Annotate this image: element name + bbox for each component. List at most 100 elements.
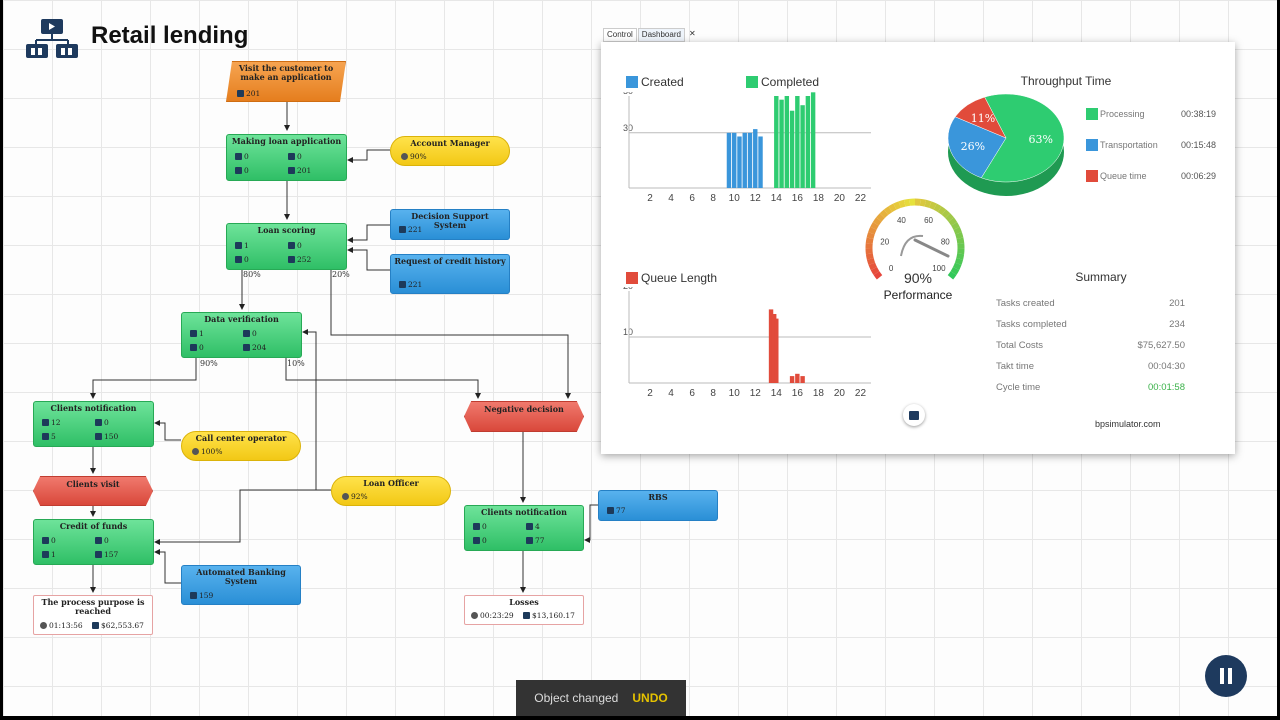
gauge-band <box>954 258 964 266</box>
node-stat: 221 <box>399 225 422 234</box>
pie-legend-label: Queue time <box>1100 171 1147 181</box>
gauge-tick-label: 20 <box>880 237 889 246</box>
end-losses[interactable]: Losses 00:23:29 $13,160.17 <box>464 595 584 625</box>
resource-call-center-operator[interactable]: Call center operator 100% <box>181 431 301 461</box>
legend-swatch <box>746 76 758 88</box>
task-clients-notification[interactable]: Clients notification 12 0 5 150 <box>33 401 154 447</box>
bar <box>789 376 795 383</box>
bar <box>810 92 816 188</box>
legend-created: Created <box>626 75 684 89</box>
x-tick-label: 20 <box>834 193 846 204</box>
node-stat: 92% <box>342 492 368 501</box>
node-title: Credit of funds <box>59 521 128 531</box>
pie-legend-value: 00:15:48 <box>1180 140 1216 150</box>
legend-swatch <box>1086 108 1098 120</box>
x-tick-label: 10 <box>729 193 741 204</box>
legend-swatch <box>1086 139 1098 151</box>
node-stat: 0 <box>235 166 249 175</box>
node-stat: 1 <box>190 329 204 338</box>
toast-message: Object changed <box>534 691 619 705</box>
x-tick-label: 8 <box>710 193 716 204</box>
system-credit-history[interactable]: Request of credit history 221 <box>390 254 510 294</box>
person-icon <box>42 551 49 558</box>
close-icon[interactable]: ✕ <box>686 28 699 42</box>
resource-account-manager[interactable]: Account Manager 90% <box>390 136 510 166</box>
event-negative-decision[interactable]: Negative decision <box>464 401 584 432</box>
pie-legend-item: Queue time 00:06:29 <box>1086 169 1226 183</box>
system-automated-banking[interactable]: Automated Banking System 159 <box>181 565 301 605</box>
process-canvas[interactable]: Retail lending 80% 20% 90% 10% Visit the… <box>3 0 1277 716</box>
tab-control[interactable]: Control <box>603 28 637 42</box>
node-stat: 159 <box>190 591 213 600</box>
node-title: Visit the customer to make an applicatio… <box>238 63 334 82</box>
task-credit-of-funds[interactable]: Credit of funds 0 0 1 157 <box>33 519 154 565</box>
event-clients-visit[interactable]: Clients visit <box>33 476 153 506</box>
gauge-band <box>941 209 951 219</box>
node-stat: 0 <box>235 255 249 264</box>
done-icon <box>288 256 295 263</box>
bar <box>805 96 811 188</box>
node-title: Clients notification <box>50 403 137 413</box>
node-stat: 0 <box>42 536 56 545</box>
legend-swatch <box>1086 170 1098 182</box>
node-stat: 252 <box>288 255 311 264</box>
gauge-band <box>933 203 942 213</box>
summary-label: Tasks created <box>996 298 1055 309</box>
node-title: Making loan application <box>231 136 342 146</box>
gauge-band <box>876 213 885 222</box>
summary-label: Cycle time <box>996 382 1041 393</box>
gauge-tick-label: 40 <box>897 216 906 225</box>
person-icon <box>42 433 49 440</box>
gauge-value: 90% <box>903 270 933 286</box>
node-title: Losses <box>509 597 539 607</box>
task-clients-notification-2[interactable]: Clients notification 0 4 0 77 <box>464 505 584 551</box>
start-event[interactable]: Visit the customer to make an applicatio… <box>226 61 346 102</box>
node-stat: $13,160.17 <box>523 611 575 620</box>
edge-label: 20% <box>332 270 350 279</box>
gauge-band <box>956 253 965 260</box>
x-tick-label: 2 <box>647 193 653 204</box>
clock-icon <box>471 612 478 619</box>
pause-button[interactable] <box>1205 655 1247 697</box>
done-icon <box>95 551 102 558</box>
summary-value: 00:04:30 <box>1148 361 1185 372</box>
throughput-pie-chart: 63% 26% 11% <box>947 93 1065 196</box>
summary-value: 234 <box>1169 319 1185 330</box>
x-tick-label: 2 <box>647 388 653 399</box>
done-icon <box>243 344 250 351</box>
y-tick-label: 20 <box>623 287 633 291</box>
node-stat: 0 <box>235 152 249 161</box>
bar <box>800 376 805 383</box>
x-tick-label: 6 <box>689 193 695 204</box>
node-title: Account Manager <box>410 138 490 148</box>
x-tick-label: 22 <box>855 388 867 399</box>
person-icon <box>235 167 242 174</box>
end-process-purpose-reached[interactable]: The process purpose is reached 01:13:56 … <box>33 595 153 635</box>
system-rbs[interactable]: RBS 77 <box>598 490 718 521</box>
queue-icon <box>42 419 49 426</box>
footer-link[interactable]: bpsimulator.com <box>1095 419 1161 429</box>
queue-icon <box>190 330 197 337</box>
node-stat: $62,553.67 <box>92 621 144 630</box>
gauge-band <box>865 237 874 244</box>
system-decision-support[interactable]: Decision Support System 221 <box>390 209 510 240</box>
done-icon <box>288 167 295 174</box>
node-title: Data verification <box>204 314 279 324</box>
undo-button[interactable]: UNDO <box>632 691 667 705</box>
tab-dashboard[interactable]: Dashboard <box>637 28 685 42</box>
gauge-band <box>948 217 958 226</box>
bar <box>774 96 779 188</box>
bar <box>742 132 747 188</box>
gauge-tick-label: 60 <box>924 216 933 225</box>
export-image-button[interactable] <box>903 404 925 426</box>
gauge-band <box>888 203 897 213</box>
task-making-loan-application[interactable]: Making loan application 0 0 0 201 <box>226 134 347 181</box>
bar <box>779 99 784 188</box>
bar <box>789 110 795 188</box>
task-loan-scoring[interactable]: Loan scoring 1 0 0 252 <box>226 223 347 270</box>
resource-loan-officer[interactable]: Loan Officer 92% <box>331 476 451 506</box>
node-stat: 12 <box>42 418 61 427</box>
process-icon <box>288 242 295 249</box>
x-tick-label: 18 <box>813 388 825 399</box>
task-data-verification[interactable]: Data verification 1 0 0 204 <box>181 312 302 358</box>
